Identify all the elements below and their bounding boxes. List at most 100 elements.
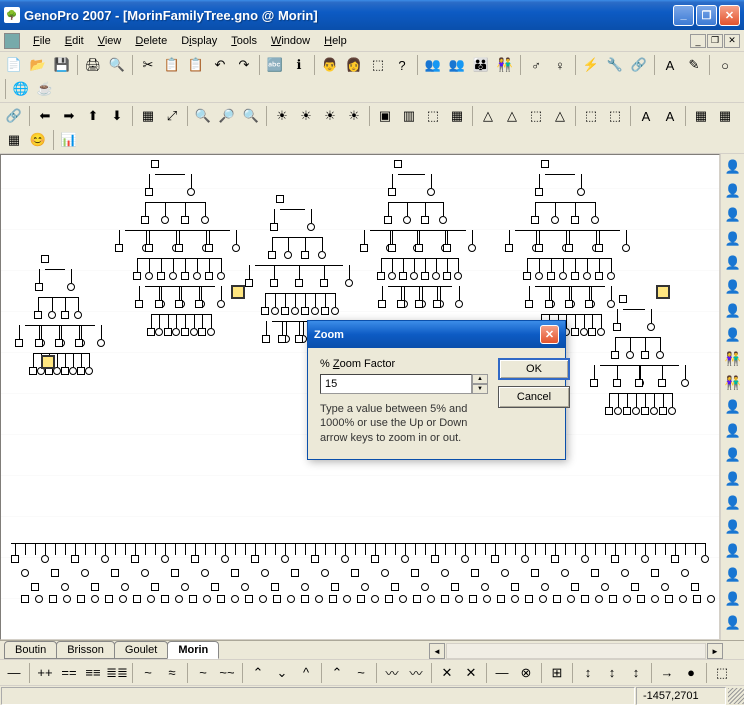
bottom-toolbar-button-27[interactable]: ⊗: [515, 662, 537, 684]
toolbar1-button-18[interactable]: ⬚: [367, 54, 389, 76]
right-toolbar-button-6[interactable]: 👤: [722, 300, 744, 322]
right-toolbar-button-19[interactable]: 👤: [722, 612, 744, 634]
mdi-close-button[interactable]: ✕: [724, 34, 740, 48]
right-toolbar-button-3[interactable]: 👤: [722, 228, 744, 250]
cancel-button[interactable]: Cancel: [498, 386, 570, 408]
spinner-down-button[interactable]: ▼: [472, 384, 488, 394]
bottom-toolbar-button-11[interactable]: ~~: [216, 662, 238, 684]
scroll-right-icon[interactable]: ►: [707, 643, 723, 659]
toolbar2-button-20[interactable]: ▥: [398, 105, 420, 127]
bottom-toolbar-button-35[interactable]: →: [656, 662, 678, 684]
toolbar2-button-40[interactable]: 📊: [58, 129, 80, 151]
toolbar2-button-19[interactable]: ▣: [374, 105, 396, 127]
right-toolbar-button-7[interactable]: 👤: [722, 324, 744, 346]
toolbar1-button-34[interactable]: ✎: [683, 54, 705, 76]
bottom-toolbar-button-24[interactable]: ✕: [460, 662, 482, 684]
ok-button[interactable]: OK: [498, 358, 570, 380]
bottom-toolbar-button-3[interactable]: ==: [58, 662, 80, 684]
spinner-up-button[interactable]: ▲: [472, 374, 488, 384]
scroll-left-icon[interactable]: ◄: [429, 643, 445, 659]
bottom-toolbar-button-21[interactable]: 〰: [405, 662, 427, 684]
toolbar2-button-29[interactable]: ⬚: [580, 105, 602, 127]
toolbar2-button-21[interactable]: ⬚: [422, 105, 444, 127]
right-toolbar-button-13[interactable]: 👤: [722, 468, 744, 490]
right-toolbar-button-15[interactable]: 👤: [722, 516, 744, 538]
toolbar1-button-26[interactable]: ♂: [525, 54, 547, 76]
maximize-button[interactable]: ❐: [696, 5, 717, 26]
menu-edit[interactable]: Edit: [58, 33, 91, 49]
tab-morin[interactable]: Morin: [167, 641, 219, 659]
toolbar1-button-23[interactable]: 👪: [470, 54, 492, 76]
bottom-toolbar-button-32[interactable]: ↕: [601, 662, 623, 684]
bottom-toolbar-button-10[interactable]: ~: [192, 662, 214, 684]
resize-grip[interactable]: [728, 688, 744, 704]
right-toolbar-button-5[interactable]: 👤: [722, 276, 744, 298]
right-toolbar-button-0[interactable]: 👤: [722, 156, 744, 178]
menu-file[interactable]: File: [26, 33, 58, 49]
bottom-toolbar-button-0[interactable]: —: [3, 662, 25, 684]
toolbar2-button-2[interactable]: ⬅: [34, 105, 56, 127]
toolbar1-button-21[interactable]: 👥: [422, 54, 444, 76]
toolbar1-button-7[interactable]: ✂: [137, 54, 159, 76]
toolbar1-button-19[interactable]: ?: [391, 54, 413, 76]
tab-boutin[interactable]: Boutin: [4, 641, 57, 659]
toolbar1-button-17[interactable]: 👩: [343, 54, 365, 76]
right-toolbar-button-2[interactable]: 👤: [722, 204, 744, 226]
toolbar1-button-39[interactable]: ☕: [34, 78, 56, 100]
right-toolbar-button-8[interactable]: 👫: [722, 348, 744, 370]
right-toolbar-button-18[interactable]: 👤: [722, 588, 744, 610]
bottom-toolbar-button-33[interactable]: ↕: [625, 662, 647, 684]
toolbar2-button-30[interactable]: ⬚: [604, 105, 626, 127]
toolbar1-button-5[interactable]: 🔍: [106, 54, 128, 76]
toolbar1-button-11[interactable]: ↷: [233, 54, 255, 76]
toolbar1-button-33[interactable]: A: [659, 54, 681, 76]
toolbar2-button-0[interactable]: 🔗: [3, 105, 25, 127]
toolbar1-button-13[interactable]: 🔤: [264, 54, 286, 76]
toolbar1-button-0[interactable]: 📄: [3, 54, 25, 76]
toolbar1-button-10[interactable]: ↶: [209, 54, 231, 76]
bottom-toolbar-button-26[interactable]: —: [491, 662, 513, 684]
menu-window[interactable]: Window: [264, 33, 317, 49]
toolbar2-button-36[interactable]: ▦: [714, 105, 736, 127]
right-toolbar-button-10[interactable]: 👤: [722, 396, 744, 418]
toolbar1-button-4[interactable]: 🖨: [82, 54, 104, 76]
minimize-button[interactable]: _: [673, 5, 694, 26]
menu-help[interactable]: Help: [317, 33, 354, 49]
toolbar1-button-38[interactable]: 🌐: [10, 78, 32, 100]
toolbar2-button-26[interactable]: ⬚: [525, 105, 547, 127]
toolbar2-button-38[interactable]: 😊: [27, 129, 49, 151]
bottom-toolbar-button-36[interactable]: ●: [680, 662, 702, 684]
dialog-close-button[interactable]: ✕: [540, 325, 559, 344]
toolbar1-button-8[interactable]: 📋: [161, 54, 183, 76]
menu-view[interactable]: View: [91, 33, 129, 49]
right-toolbar-button-12[interactable]: 👤: [722, 444, 744, 466]
bottom-toolbar-button-18[interactable]: ~: [350, 662, 372, 684]
toolbar2-button-5[interactable]: ⬇: [106, 105, 128, 127]
menu-delete[interactable]: Delete: [128, 33, 174, 49]
toolbar2-button-17[interactable]: ☀: [343, 105, 365, 127]
bottom-toolbar-button-38[interactable]: ⬚: [711, 662, 733, 684]
toolbar1-button-30[interactable]: 🔧: [604, 54, 626, 76]
bottom-toolbar-button-14[interactable]: ⌄: [271, 662, 293, 684]
toolbar2-button-7[interactable]: ▦: [137, 105, 159, 127]
bottom-toolbar-button-31[interactable]: ↕: [577, 662, 599, 684]
toolbar1-button-36[interactable]: ○: [714, 54, 736, 76]
toolbar2-button-24[interactable]: △: [477, 105, 499, 127]
toolbar1-button-27[interactable]: ♀: [549, 54, 571, 76]
highlight-marker[interactable]: [231, 285, 245, 299]
highlight-marker[interactable]: [41, 355, 55, 369]
dialog-titlebar[interactable]: Zoom ✕: [308, 321, 565, 348]
bottom-toolbar-button-8[interactable]: ≈: [161, 662, 183, 684]
toolbar2-button-37[interactable]: ▦: [3, 129, 25, 151]
right-toolbar-button-1[interactable]: 👤: [722, 180, 744, 202]
toolbar1-button-22[interactable]: 👥: [446, 54, 468, 76]
toolbar2-button-8[interactable]: ⤢: [161, 105, 183, 127]
toolbar2-button-3[interactable]: ➡: [58, 105, 80, 127]
bottom-toolbar-button-7[interactable]: ~: [137, 662, 159, 684]
toolbar2-button-33[interactable]: A: [659, 105, 681, 127]
toolbar1-button-31[interactable]: 🔗: [628, 54, 650, 76]
menu-display[interactable]: Display: [174, 33, 224, 49]
toolbar2-button-15[interactable]: ☀: [295, 105, 317, 127]
scroll-track[interactable]: [446, 643, 706, 659]
toolbar2-button-32[interactable]: A: [635, 105, 657, 127]
